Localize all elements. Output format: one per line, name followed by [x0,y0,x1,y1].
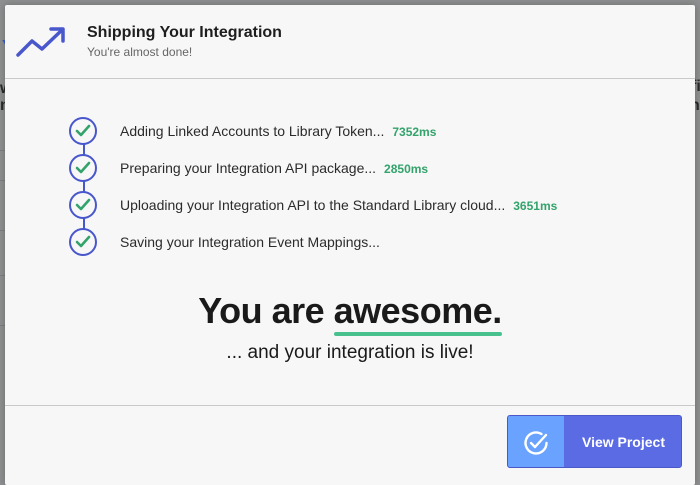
trending-up-icon [15,25,67,61]
modal-subtitle: You're almost done! [87,45,193,59]
step-label-text: Adding Linked Accounts to Library Token.… [120,123,385,139]
step-time: 2850ms [384,162,429,176]
celebration-headline: You are awesome. [5,290,695,336]
celebration-subline: ... and your integration is live! [226,342,474,363]
step-item: Saving your Integration Event Mappings..… [65,227,665,257]
step-item: Preparing your Integration API package..… [65,153,665,183]
shipping-modal: Shipping Your Integration You're almost … [5,5,695,485]
view-project-label: View Project [581,434,665,450]
step-label: Preparing your Integration API package..… [120,160,428,176]
checkmark-icon [75,124,91,137]
step-label-text: Saving your Integration Event Mappings..… [120,234,380,250]
step-connector [83,131,85,241]
checkmark-icon [75,161,91,174]
step-time: 3651ms [513,199,558,213]
view-project-button[interactable]: View Project [507,415,682,468]
step-label: Adding Linked Accounts to Library Token.… [120,123,436,139]
step-item: Uploading your Integration API to the St… [65,190,665,220]
checkmark-icon [75,235,91,248]
step-check-circle [69,117,97,145]
step-label-text: Uploading your Integration API to the St… [120,197,506,213]
highlight-underline [333,332,502,336]
check-circle-icon [524,431,548,455]
celebration-prefix: You are [198,290,334,331]
step-check-circle [69,154,97,182]
modal-header: Shipping Your Integration You're almost … [5,5,695,79]
modal-footer: View Project [5,405,695,485]
step-label: Saving your Integration Event Mappings..… [120,234,380,250]
step-check-circle [69,191,97,219]
celebration-highlight: awesome. [333,290,503,336]
step-check-circle [69,228,97,256]
step-time: 7352ms [392,125,437,139]
modal-title: Shipping Your Integration [87,24,282,41]
progress-steps: Adding Linked Accounts to Library Token.… [65,113,665,263]
step-item: Adding Linked Accounts to Library Token.… [65,116,665,146]
step-label: Uploading your Integration API to the St… [120,197,557,213]
view-project-icon-area [508,416,564,467]
celebration-highlight-text: awesome. [333,290,503,331]
step-label-text: Preparing your Integration API package..… [120,160,377,176]
checkmark-icon [75,198,91,211]
